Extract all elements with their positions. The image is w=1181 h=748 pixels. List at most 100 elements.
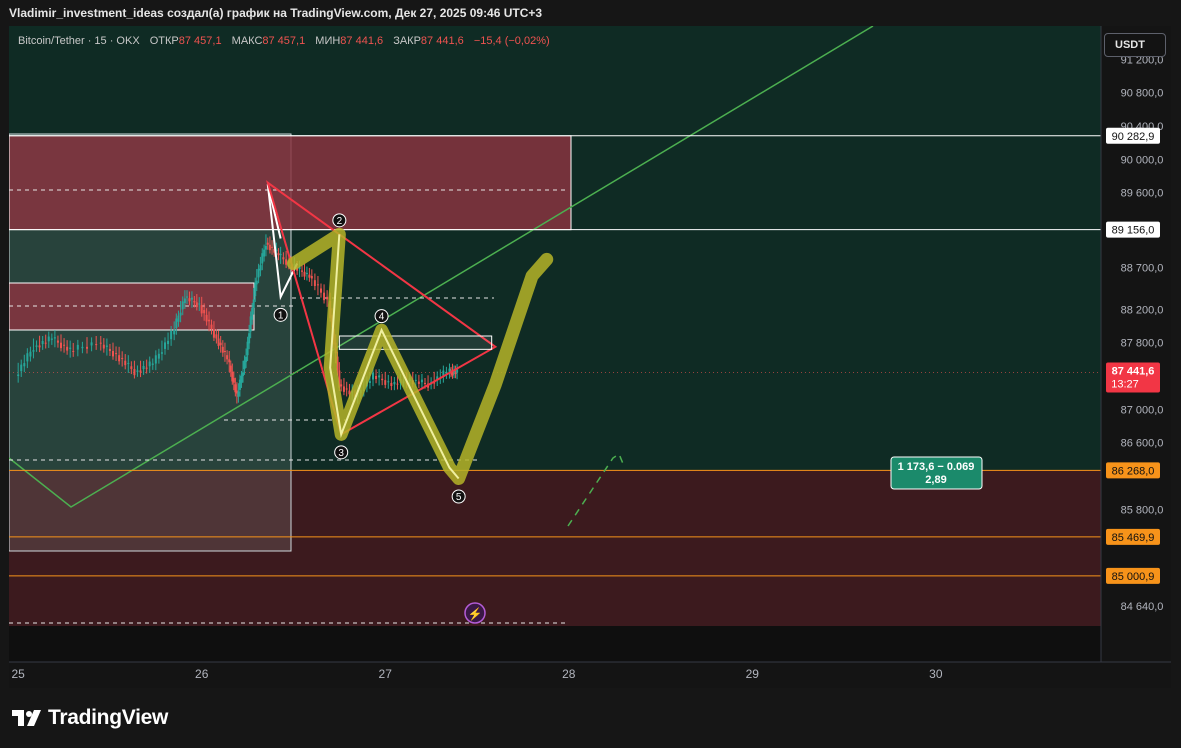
candle-body <box>124 360 127 366</box>
candle-body <box>326 296 329 300</box>
candle-body <box>118 355 121 362</box>
candle-body <box>177 315 180 322</box>
candle-body <box>268 244 271 251</box>
candle-body <box>151 363 154 365</box>
candle-body <box>279 253 282 256</box>
candle-body <box>203 310 206 314</box>
legend-symbol[interactable]: Bitcoin/Tether · 15 · OKX <box>18 35 140 47</box>
candle-body <box>420 379 423 383</box>
candle-body <box>259 265 262 271</box>
wave-label: 4 <box>379 312 385 323</box>
bar-countdown-label: 13:27 <box>1111 379 1139 391</box>
candle-body <box>167 340 170 345</box>
candle-body <box>188 298 191 302</box>
chart-title: Vladimir_investment_ideas создал(а) граф… <box>9 6 543 20</box>
candle-body <box>266 242 269 245</box>
y-tick-label: 90 800,0 <box>1121 88 1164 100</box>
candle-body <box>148 361 151 367</box>
candle-body <box>200 305 203 314</box>
tradingview-logo[interactable]: TradingView <box>12 706 168 730</box>
candle-body <box>86 346 88 349</box>
measurement-label-line2: 2,89 <box>925 474 946 486</box>
level-price-label: 86 268,0 <box>1112 465 1155 477</box>
candle-body <box>108 348 111 351</box>
candle-body <box>242 372 244 376</box>
candle-body <box>157 353 160 359</box>
candle-body <box>190 297 193 300</box>
candle-body <box>254 282 257 297</box>
candle-body <box>219 342 222 346</box>
tradingview-icon <box>12 710 41 726</box>
candle-body <box>261 253 264 264</box>
candle-body <box>115 353 118 355</box>
time-axis[interactable] <box>9 662 1171 688</box>
candle-body <box>32 350 35 352</box>
candle-body <box>387 381 390 383</box>
wave-label: 2 <box>337 216 343 227</box>
candle-body <box>38 345 41 348</box>
candle-body <box>44 342 47 344</box>
candle-body <box>29 351 32 357</box>
candle-body <box>340 384 343 387</box>
legend-high-value: 87 457,1 <box>262 35 306 47</box>
lightning-glyph: ⚡ <box>468 607 483 621</box>
candle-body <box>195 302 198 308</box>
candle-body <box>313 280 316 286</box>
breakout-box[interactable] <box>338 335 493 350</box>
currency-button[interactable]: USDT <box>1104 33 1166 57</box>
candle-body <box>121 357 124 360</box>
candle-body <box>105 345 108 347</box>
candle-body <box>305 272 308 274</box>
candle-body <box>145 367 148 369</box>
candle-body <box>95 344 98 346</box>
candle-body <box>246 341 249 356</box>
candle-body <box>179 312 182 316</box>
candle-body <box>72 351 75 352</box>
legend-close-value: 87 441,6 <box>420 35 464 47</box>
y-tick-label: 88 200,0 <box>1121 304 1164 316</box>
y-tick-label: 86 600,0 <box>1121 438 1164 450</box>
wave-label: 3 <box>338 448 344 459</box>
candle-body <box>240 376 243 383</box>
candle-body <box>393 381 396 385</box>
resistance-box[interactable] <box>9 135 572 231</box>
candle-body <box>316 284 319 286</box>
level-price-label: 89 156,0 <box>1112 225 1155 237</box>
candle-body <box>136 370 139 372</box>
candle-body <box>198 303 201 305</box>
measurement-label-line1: 1 173,6 − 0.069 <box>898 461 975 473</box>
candle-body <box>130 366 133 370</box>
candle-body <box>212 329 215 338</box>
chart-canvas[interactable]: 12345⚡1 173,6 − 0.0692,8991 200,090 800,… <box>9 26 1171 688</box>
plot-gap <box>9 626 1101 662</box>
candle-body <box>215 334 218 339</box>
candle-body <box>342 386 345 392</box>
candle-body <box>154 355 157 364</box>
candle-body <box>378 375 381 378</box>
y-tick-label: 85 800,0 <box>1121 504 1164 516</box>
level-price-label: 85 000,9 <box>1112 571 1155 583</box>
candle-body <box>285 259 288 265</box>
candle-body <box>41 341 44 345</box>
symbol-legend: Bitcoin/Tether · 15 · OKX ОТКР87 457,1 М… <box>18 35 550 47</box>
candle-body <box>66 346 69 351</box>
candle-body <box>99 342 102 344</box>
candle-body <box>264 246 267 250</box>
candle-body <box>164 342 166 349</box>
candle-body <box>181 301 184 310</box>
candle-body <box>251 307 254 320</box>
candle-body <box>417 381 420 384</box>
y-tick-label: 88 700,0 <box>1121 263 1164 275</box>
current-price-label: 87 441,6 <box>1112 366 1155 378</box>
candle-body <box>237 391 240 397</box>
candle-body <box>263 249 266 257</box>
wave-label: 5 <box>456 492 462 503</box>
candle-body <box>50 338 53 340</box>
candle-body <box>63 344 66 346</box>
candle-body <box>193 301 196 303</box>
candle-body <box>277 253 280 256</box>
candle-body <box>53 337 56 339</box>
candle-body <box>127 362 130 364</box>
candle-body <box>223 351 226 352</box>
level-price-label: 85 469,9 <box>1112 532 1155 544</box>
